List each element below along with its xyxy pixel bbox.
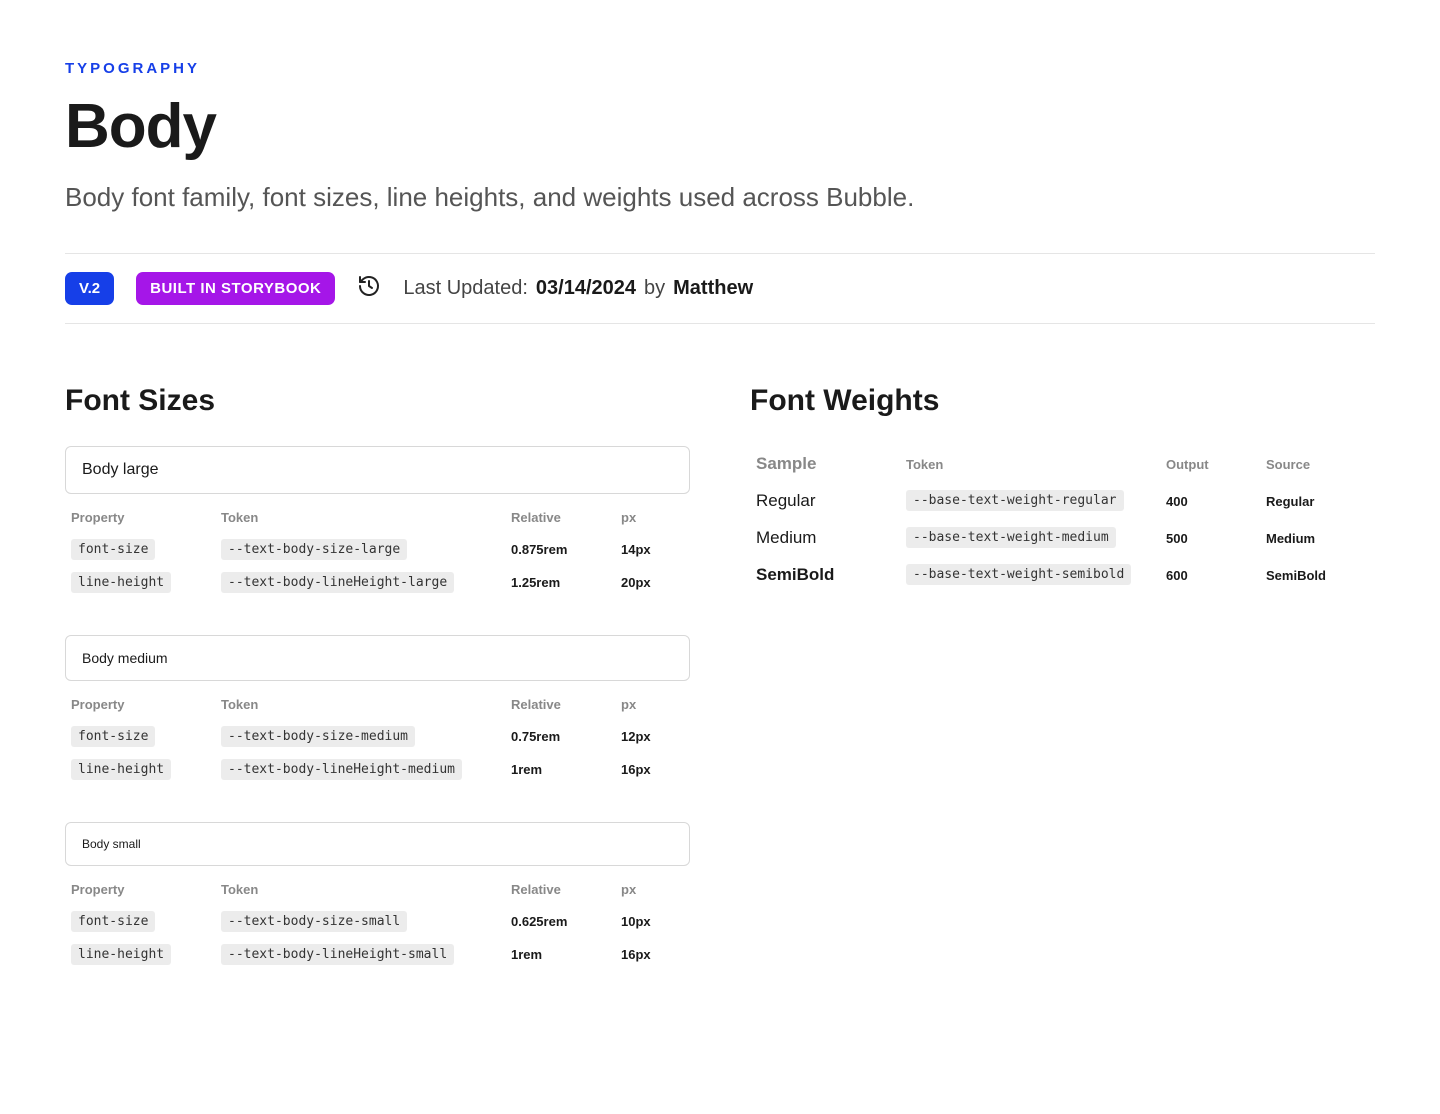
property-cell: font-size xyxy=(71,539,155,560)
col-relative: Relative xyxy=(505,500,615,533)
property-cell: font-size xyxy=(71,911,155,932)
table-row: font-size --text-body-size-small 0.625rem 1… xyxy=(65,905,690,938)
table-row: line-height --text-body-lineHeight-large 1… xyxy=(65,566,690,599)
property-cell: line-height xyxy=(71,572,171,593)
px-cell: 10px xyxy=(621,914,651,929)
property-cell: line-height xyxy=(71,759,171,780)
table-row: font-size --text-body-size-medium 0.75rem 1… xyxy=(65,720,690,753)
col-property: Property xyxy=(65,872,215,905)
sample-box: Body small xyxy=(65,822,690,866)
col-px: px xyxy=(615,500,690,533)
weight-source: SemiBold xyxy=(1266,568,1326,583)
weight-sample: SemiBold xyxy=(750,556,900,593)
weight-token: --base-text-weight-regular xyxy=(906,490,1124,511)
relative-cell: 0.75rem xyxy=(511,729,560,744)
relative-cell: 0.875rem xyxy=(511,542,567,557)
weight-token: --base-text-weight-medium xyxy=(906,527,1116,548)
sample-box: Body medium xyxy=(65,635,690,681)
col-property: Property xyxy=(65,687,215,720)
relative-cell: 1.25rem xyxy=(511,575,560,590)
table-row: line-height --text-body-lineHeight-small 1… xyxy=(65,938,690,971)
weight-source: Regular xyxy=(1266,494,1314,509)
font-weights-table: Sample Token Output Source Regular --base… xyxy=(750,446,1375,593)
weight-sample: Medium xyxy=(750,519,900,556)
px-cell: 16px xyxy=(621,762,651,777)
col-output: Output xyxy=(1160,446,1260,482)
token-cell: --text-body-size-large xyxy=(221,539,407,560)
col-sample: Sample xyxy=(750,446,900,482)
col-token: Token xyxy=(215,500,505,533)
by-label: by xyxy=(644,277,665,300)
author: Matthew xyxy=(673,277,753,300)
col-token: Token xyxy=(900,446,1160,482)
weight-sample: Regular xyxy=(750,482,900,519)
relative-cell: 0.625rem xyxy=(511,914,567,929)
col-relative: Relative xyxy=(505,872,615,905)
token-cell: --text-body-lineHeight-medium xyxy=(221,759,462,780)
token-cell: --text-body-lineHeight-small xyxy=(221,944,454,965)
page-title: Body xyxy=(65,91,1375,162)
font-size-table: PropertyTokenRelativepx font-size --text-b… xyxy=(65,872,690,971)
last-updated: Last Updated: 03/14/2024 by Matthew xyxy=(403,277,753,300)
token-cell: --text-body-lineHeight-large xyxy=(221,572,454,593)
table-row: SemiBold --base-text-weight-semibold 600 Se… xyxy=(750,556,1375,593)
meta-row: V.2 BUILT IN STORYBOOK Last Updated: 03/… xyxy=(65,253,1375,324)
last-updated-date: 03/14/2024 xyxy=(536,277,636,300)
token-cell: --text-body-size-medium xyxy=(221,726,415,747)
weight-output: 600 xyxy=(1166,568,1188,583)
col-token: Token xyxy=(215,872,505,905)
sample-box: Body large xyxy=(65,446,690,494)
px-cell: 14px xyxy=(621,542,651,557)
px-cell: 12px xyxy=(621,729,651,744)
col-relative: Relative xyxy=(505,687,615,720)
token-cell: --text-body-size-small xyxy=(221,911,407,932)
history-icon[interactable] xyxy=(357,274,381,303)
weight-token: --base-text-weight-semibold xyxy=(906,564,1131,585)
table-row: line-height --text-body-lineHeight-medium… xyxy=(65,753,690,786)
property-cell: font-size xyxy=(71,726,155,747)
font-size-table: PropertyTokenRelativepx font-size --text-b… xyxy=(65,687,690,786)
storybook-badge[interactable]: BUILT IN STORYBOOK xyxy=(136,272,335,305)
col-px: px xyxy=(615,872,690,905)
last-updated-label: Last Updated: xyxy=(403,277,528,300)
page-description: Body font family, font sizes, line heigh… xyxy=(65,182,1375,213)
px-cell: 20px xyxy=(621,575,651,590)
weight-output: 500 xyxy=(1166,531,1188,546)
col-property: Property xyxy=(65,500,215,533)
font-weights-title: Font Weights xyxy=(750,384,1375,418)
weight-output: 400 xyxy=(1166,494,1188,509)
relative-cell: 1rem xyxy=(511,947,542,962)
px-cell: 16px xyxy=(621,947,651,962)
version-badge: V.2 xyxy=(65,272,114,305)
col-source: Source xyxy=(1260,446,1375,482)
col-token: Token xyxy=(215,687,505,720)
table-row: Medium --base-text-weight-medium 500 Medium xyxy=(750,519,1375,556)
property-cell: line-height xyxy=(71,944,171,965)
eyebrow: TYPOGRAPHY xyxy=(65,60,1375,77)
font-sizes-title: Font Sizes xyxy=(65,384,690,418)
table-row: font-size --text-body-size-large 0.875rem 1… xyxy=(65,533,690,566)
weight-source: Medium xyxy=(1266,531,1315,546)
relative-cell: 1rem xyxy=(511,762,542,777)
font-size-table: PropertyTokenRelativepx font-size --text-b… xyxy=(65,500,690,599)
col-px: px xyxy=(615,687,690,720)
table-row: Regular --base-text-weight-regular 400 Regu… xyxy=(750,482,1375,519)
